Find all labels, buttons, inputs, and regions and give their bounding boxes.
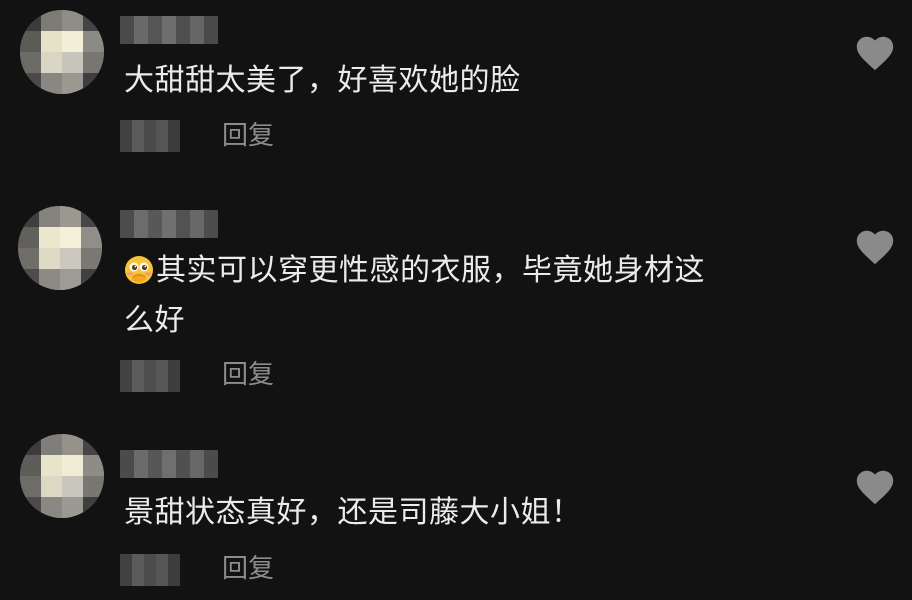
avatar[interactable] xyxy=(20,10,104,94)
reply-button[interactable]: 回复 xyxy=(222,120,274,152)
comment-text-line: 景甜状态真好，还是司藤大小姐！ xyxy=(124,495,582,530)
heart-outline-icon[interactable] xyxy=(853,466,897,506)
avatar[interactable] xyxy=(18,206,102,290)
heart-outline-icon[interactable] xyxy=(853,226,897,266)
heart-outline-icon[interactable] xyxy=(853,32,897,72)
comment-text-segment: 其实可以穿更性感的衣服，毕竟她身材这 xyxy=(156,253,705,288)
comment-text: 其实可以穿更性感的衣服，毕竟她身材这 么好 xyxy=(124,246,705,346)
avatar[interactable] xyxy=(20,434,104,518)
reply-button[interactable]: 回复 xyxy=(222,553,274,585)
comment-text: 景甜状态真好，还是司藤大小姐！ xyxy=(124,488,582,538)
comment-time-blurred xyxy=(120,120,180,152)
reply-button[interactable]: 回复 xyxy=(222,359,274,391)
comment-item: 景甜状态真好，还是司藤大小姐！ 回复 xyxy=(0,420,912,600)
comment-time-blurred xyxy=(120,554,180,586)
username-blurred[interactable] xyxy=(120,16,218,44)
comment-text: 大甜甜太美了，好喜欢她的脸 xyxy=(124,56,521,106)
comment-item: 大甜甜太美了，好喜欢她的脸 回复 xyxy=(0,0,912,190)
shy-face-emoji-icon xyxy=(125,256,153,284)
comment-text-line: 么好 xyxy=(124,303,185,338)
comment-time-blurred xyxy=(120,360,180,392)
comment-item: 其实可以穿更性感的衣服，毕竟她身材这 么好 回复 xyxy=(0,190,912,420)
comment-text-line: 大甜甜太美了，好喜欢她的脸 xyxy=(124,63,521,98)
username-blurred[interactable] xyxy=(120,450,218,478)
comment-text-line: 其实可以穿更性感的衣服，毕竟她身材这 xyxy=(124,246,705,296)
username-blurred[interactable] xyxy=(120,210,218,238)
